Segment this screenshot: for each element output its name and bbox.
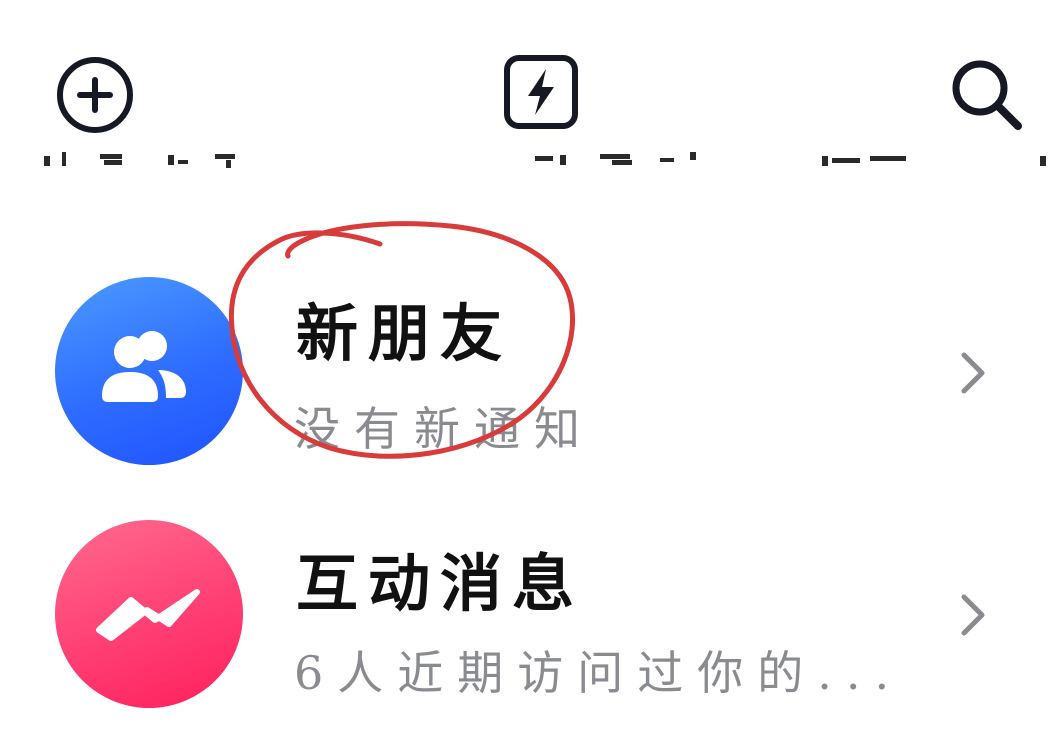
chevron-right-icon [961, 352, 985, 394]
flash-button[interactable] [496, 50, 586, 134]
list-item-new-friends[interactable]: 新朋友 没有新通知 [0, 255, 1061, 485]
interaction-subtitle: 6人近期访问过你的... [294, 646, 904, 700]
search-icon [952, 60, 1022, 130]
message-icon [96, 589, 200, 641]
search-button[interactable] [940, 52, 1032, 136]
new-friends-title: 新朋友 [296, 297, 513, 370]
list-item-interaction-messages[interactable]: 互动消息 6人近期访问过你的... [0, 505, 1061, 735]
chevron-right-icon [961, 594, 985, 636]
friends-icon [102, 331, 186, 402]
clipped-glyph-fragments [44, 152, 1046, 168]
flash-icon [504, 55, 578, 129]
interaction-avatar [55, 520, 243, 708]
top-bar [0, 0, 1061, 150]
add-circle-icon [57, 57, 133, 133]
new-friends-avatar [55, 277, 243, 465]
add-button[interactable] [50, 55, 140, 135]
interaction-title: 互动消息 [296, 547, 585, 620]
new-friends-subtitle: 没有新通知 [294, 402, 594, 456]
scrolled-content-strip [0, 140, 1061, 170]
